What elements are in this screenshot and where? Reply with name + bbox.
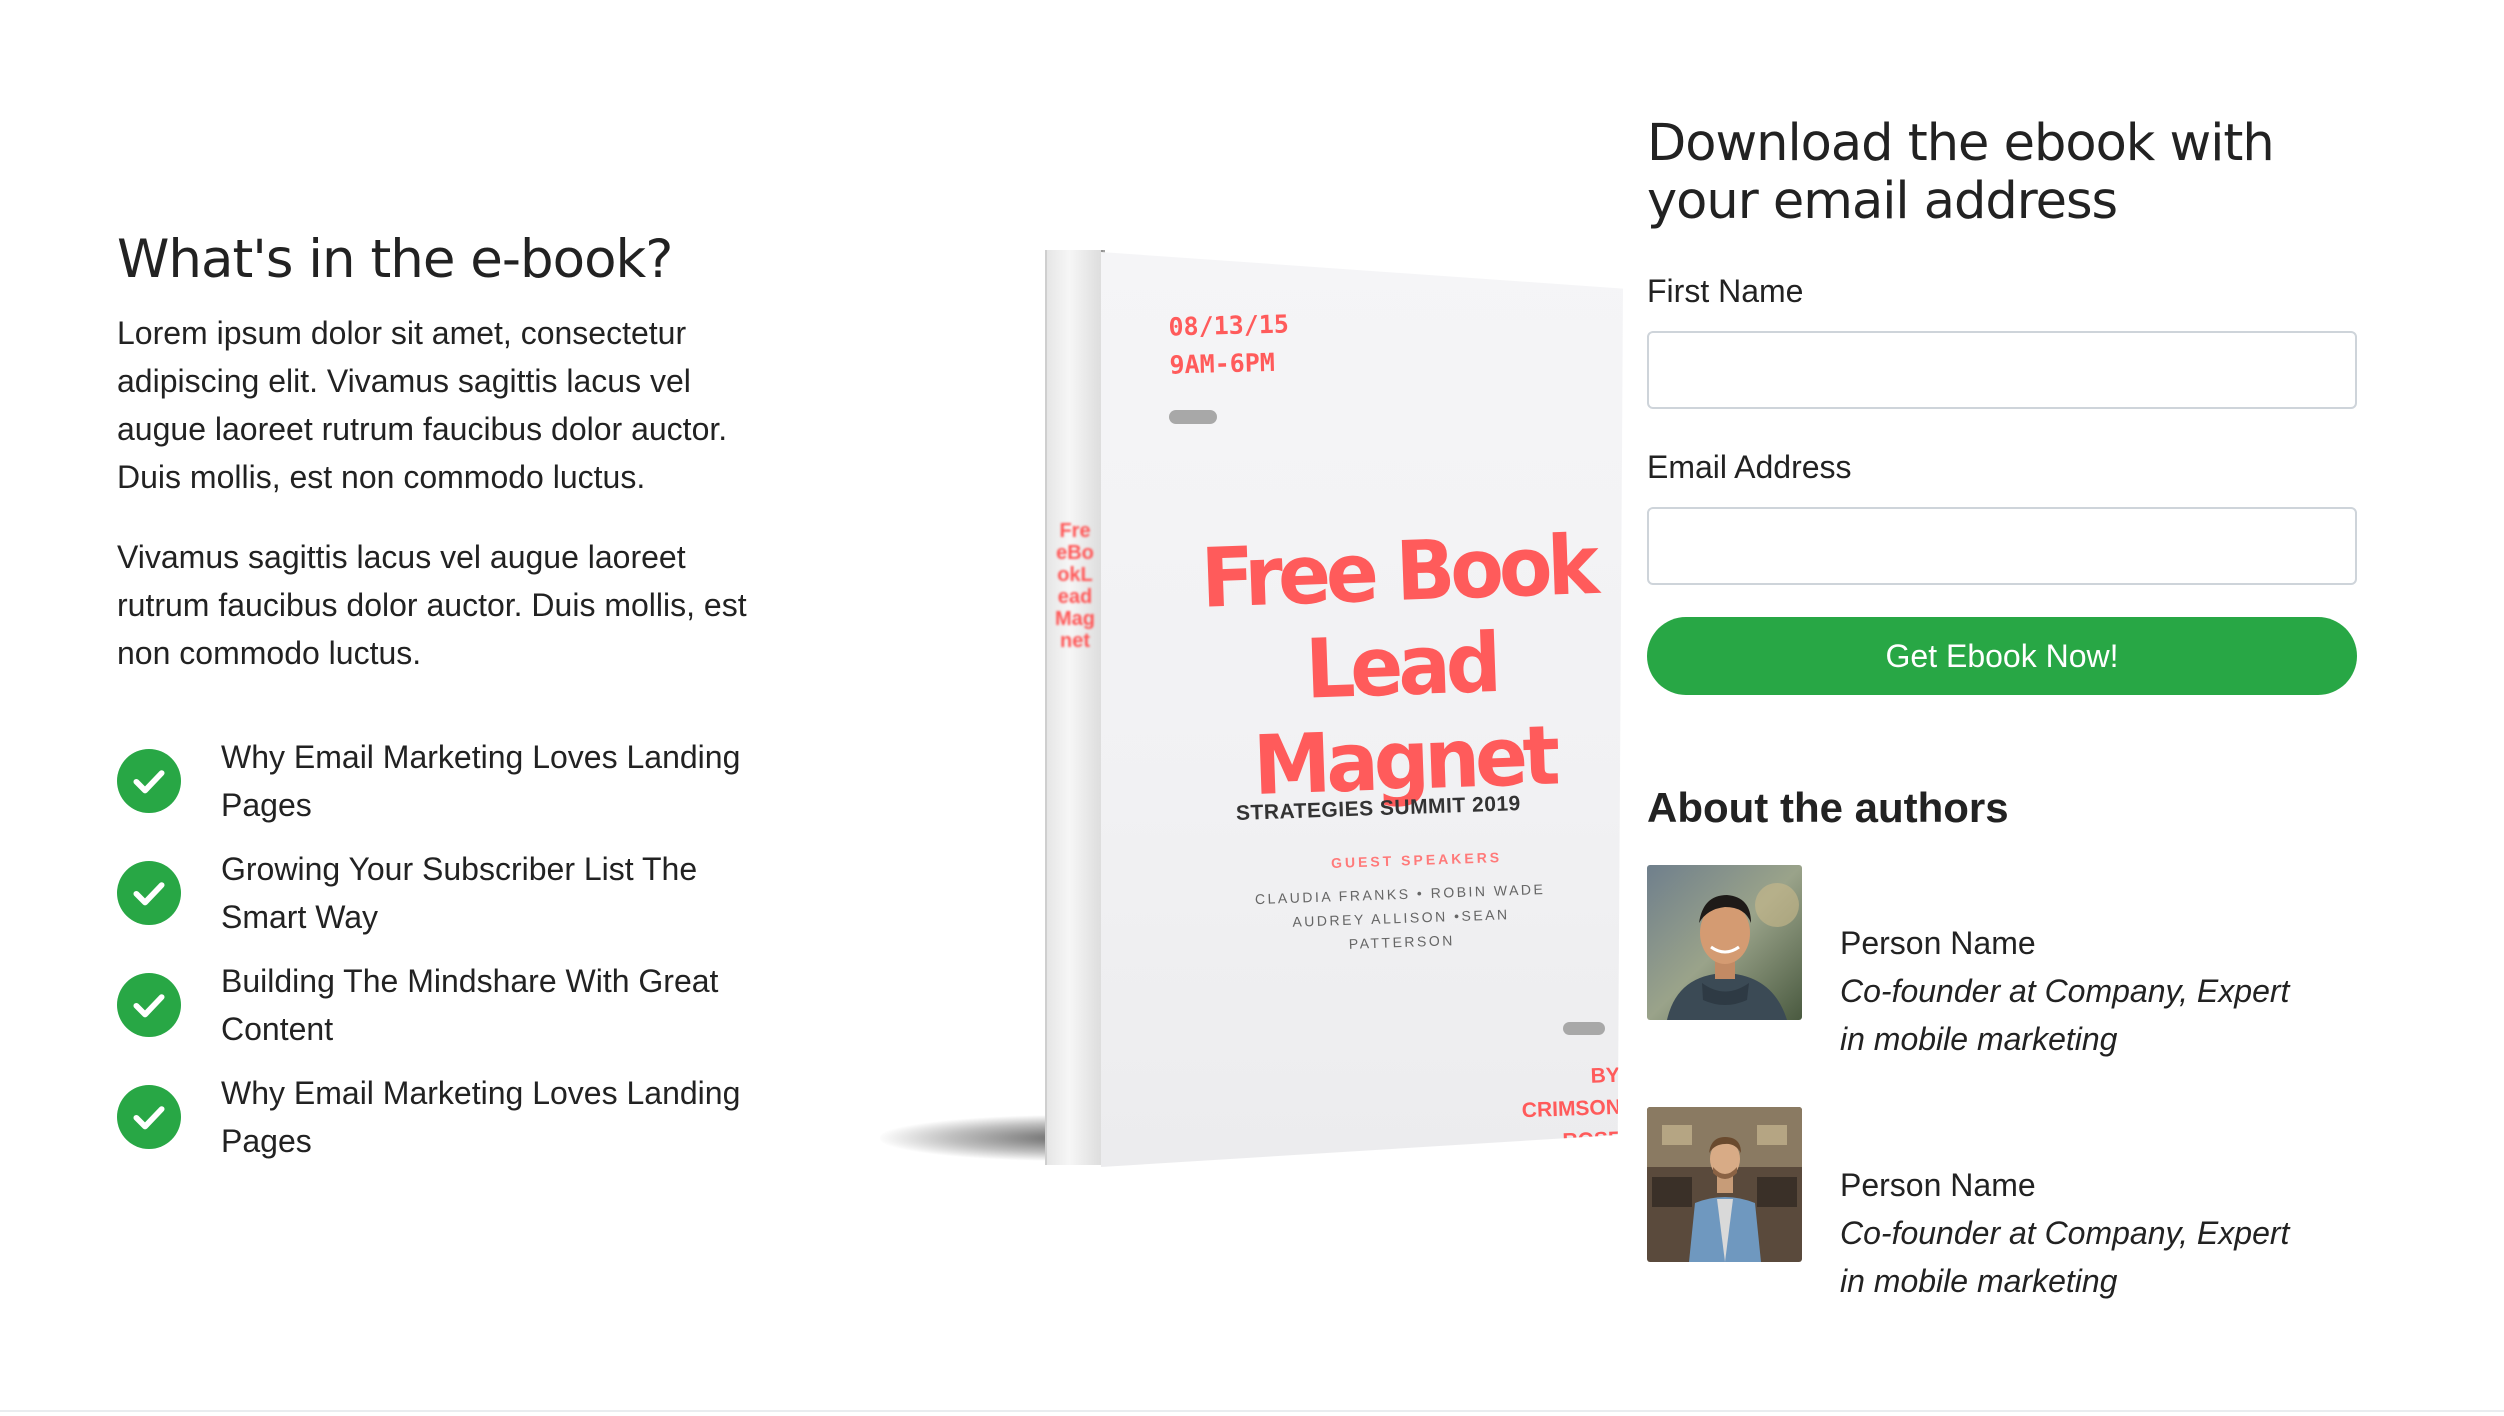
email-input[interactable] bbox=[1647, 507, 2357, 585]
book-cover: 08/13/15 9AM-6PM Free Book Lead Magnet S… bbox=[1101, 252, 1623, 1167]
feature-label: Building The Mindshare With Great Conten… bbox=[221, 962, 719, 1047]
contents-paragraph-2: Vivamus sagittis lacus vel augue laoreet… bbox=[117, 538, 747, 671]
author-card: Person Name Co-founder at Company, Exper… bbox=[1647, 1107, 2357, 1349]
check-circle-icon bbox=[117, 860, 181, 925]
download-form: First Name Email Address Get Ebook Now! bbox=[1647, 271, 2357, 695]
cover-date: 08/13/15 9AM-6PM bbox=[1168, 309, 1290, 380]
list-item: Why Email Marketing Loves Landing Pages bbox=[117, 1061, 777, 1173]
check-circle-icon bbox=[117, 972, 181, 1037]
contents-title: What's in the e-book? bbox=[117, 229, 673, 290]
form-title: Download the ebook with your email addre… bbox=[1647, 114, 2275, 231]
email-label: Email Address bbox=[1647, 449, 1852, 485]
author-role: Co-founder at Company, Expert in mobile … bbox=[1840, 1215, 2290, 1299]
cover-speakers-heading: GUEST SPEAKERS bbox=[1330, 849, 1503, 871]
feature-label: Why Email Marketing Loves Landing Pages bbox=[221, 738, 741, 823]
check-circle-icon bbox=[117, 748, 181, 813]
cover-author: BY CRIMSON ROSE bbox=[1521, 1063, 1623, 1153]
authors-title: About the authors bbox=[1647, 784, 2009, 831]
feature-list: Why Email Marketing Loves Landing Pages … bbox=[117, 725, 777, 1173]
avatar bbox=[1647, 865, 1802, 1020]
cover-pill-decoration bbox=[1169, 410, 1217, 424]
author-name: Person Name bbox=[1840, 925, 2036, 961]
cover-title: Free Book Lead Magnet bbox=[1199, 518, 1596, 814]
book-spine: FreeBookLeadMagnet bbox=[1045, 250, 1105, 1165]
contents-paragraph-1: Lorem ipsum dolor sit amet, consectetur … bbox=[117, 314, 728, 495]
feature-label: Growing Your Subscriber List The Smart W… bbox=[221, 850, 698, 935]
ebook-cover-image: FreeBookLeadMagnet 08/13/15 9AM-6PM Free… bbox=[870, 240, 1623, 1190]
ebook-contents-section: What's in the e-book? Lorem ipsum dolor … bbox=[117, 229, 777, 1173]
first-name-label: First Name bbox=[1647, 273, 1804, 309]
list-item: Why Email Marketing Loves Landing Pages bbox=[117, 725, 777, 837]
list-item: Growing Your Subscriber List The Smart W… bbox=[117, 837, 777, 949]
get-ebook-button[interactable]: Get Ebook Now! bbox=[1647, 617, 2357, 695]
section-divider bbox=[0, 1410, 2504, 1412]
spine-title: FreeBookLeadMagnet bbox=[1055, 520, 1095, 652]
cover-pill-decoration bbox=[1563, 1022, 1605, 1035]
cover-speakers: CLAUDIA FRANKS • ROBIN WADE AUDREY ALLIS… bbox=[1254, 880, 1546, 952]
avatar bbox=[1647, 1107, 1802, 1262]
check-circle-icon bbox=[117, 1084, 181, 1149]
download-section: Download the ebook with your email addre… bbox=[1647, 115, 2357, 1349]
author-card: Person Name Co-founder at Company, Exper… bbox=[1647, 865, 2357, 1107]
first-name-input[interactable] bbox=[1647, 331, 2357, 409]
feature-label: Why Email Marketing Loves Landing Pages bbox=[221, 1074, 741, 1159]
list-item: Building The Mindshare With Great Conten… bbox=[117, 949, 777, 1061]
author-name: Person Name bbox=[1840, 1167, 2036, 1203]
author-role: Co-founder at Company, Expert in mobile … bbox=[1840, 973, 2290, 1057]
